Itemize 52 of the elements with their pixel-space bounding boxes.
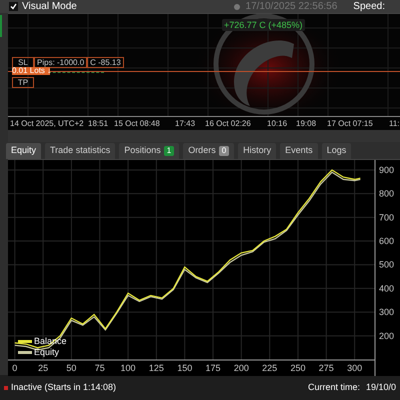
- x-tick-label: 0: [12, 363, 18, 373]
- current-time-value: 19/10/0: [366, 380, 396, 394]
- y-tick-label: 300: [379, 307, 394, 318]
- visual-mode-label: Visual Mode: [22, 0, 77, 14]
- time-axis-label: 19:08: [296, 118, 316, 129]
- x-tick-label: 150: [177, 363, 192, 373]
- y-tick-label: 200: [379, 330, 394, 341]
- y-tick-label: 500: [379, 260, 394, 270]
- time-axis-label: 17:43: [175, 118, 196, 129]
- count-badge: 0: [218, 146, 230, 156]
- x-tick-label: 125: [148, 363, 164, 373]
- time-axis-label: 18:51: [88, 118, 108, 129]
- time-axis-label: 15 Oct 08:48: [114, 118, 160, 129]
- x-tick-label: 275: [318, 363, 334, 373]
- y-tick-label: 400: [379, 283, 394, 294]
- panel-tab[interactable]: Orders 0: [183, 143, 234, 159]
- current-time-label: Current time:: [308, 380, 360, 394]
- x-tick-label: 200: [234, 363, 249, 373]
- profit-badge: +726.77 C (+485%): [222, 19, 305, 31]
- panel-tab[interactable]: Logs: [322, 143, 352, 159]
- x-tick-label: 225: [262, 363, 278, 373]
- y-tick-label: 900: [379, 164, 394, 175]
- x-tick-label: 75: [94, 363, 105, 373]
- x-tick-label: 25: [38, 363, 48, 373]
- x-tick-label: 50: [66, 363, 76, 373]
- time-axis-label: 16 Oct 02:26: [205, 118, 251, 129]
- panel-tab[interactable]: Equity: [6, 143, 42, 159]
- panel-tab[interactable]: Positions 1: [119, 143, 180, 159]
- speed-label: Speed:: [353, 0, 385, 14]
- panel-tab[interactable]: History: [238, 143, 276, 159]
- y-tick-label: 800: [379, 188, 394, 199]
- x-tick-label: 250: [290, 363, 306, 373]
- time-axis-label: 14 Oct 2025, UTC+2: [10, 118, 84, 129]
- take-profit-tag: TP: [12, 77, 34, 88]
- panel-tab[interactable]: Events: [280, 143, 318, 159]
- time-axis-label: 10:16: [267, 118, 288, 129]
- x-tick-label: 100: [120, 363, 136, 373]
- visual-mode-checkbox[interactable]: [9, 2, 18, 11]
- y-tick-label: 600: [379, 236, 394, 246]
- legend-label: Equity: [34, 347, 60, 357]
- x-tick-label: 175: [206, 363, 221, 373]
- status-indicator-icon: [4, 386, 8, 390]
- y-tick-label: 700: [379, 212, 394, 222]
- status-text: Inactive (Starts in 1:14:08): [11, 380, 116, 394]
- money-tag: C -85.13: [87, 57, 124, 68]
- simulation-datetime: 17/10/2025 22:56:56: [246, 0, 338, 14]
- time-axis-label: 17 Oct 07:15: [327, 118, 373, 129]
- count-badge: 1: [164, 146, 174, 156]
- horizontal-scrollbar[interactable]: [8, 130, 400, 142]
- time-axis-label: 11:: [389, 118, 400, 129]
- x-tick-label: 300: [347, 363, 362, 373]
- panel-tab[interactable]: Trade statistics: [45, 143, 116, 159]
